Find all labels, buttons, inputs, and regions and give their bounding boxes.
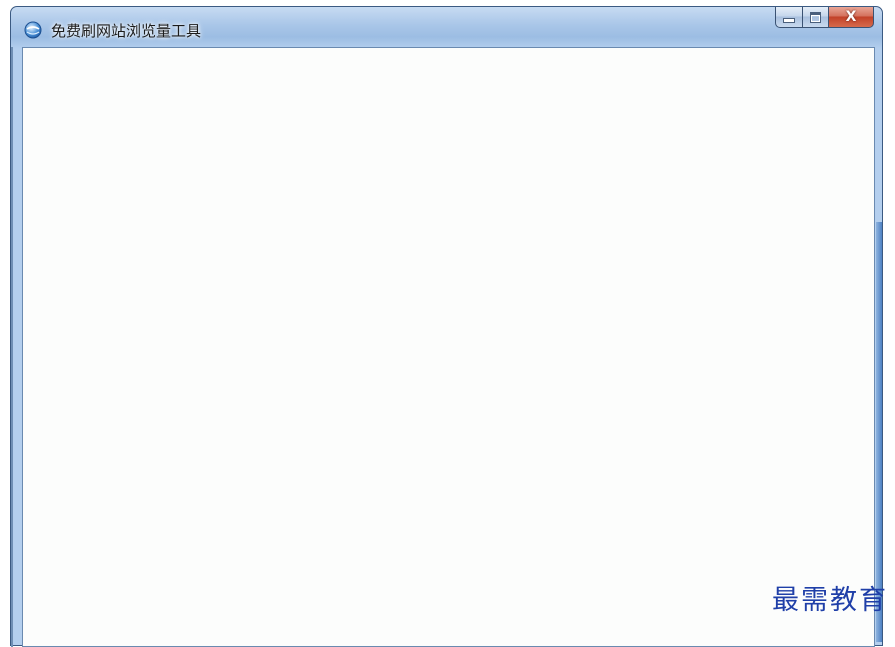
close-button[interactable]: X bbox=[829, 7, 874, 28]
watermark-text: 最需教育 bbox=[772, 578, 888, 617]
close-icon: X bbox=[846, 10, 857, 24]
window-title: 免费刷网站浏览量工具 bbox=[51, 20, 201, 41]
minimize-button[interactable] bbox=[775, 7, 803, 28]
title-bar[interactable]: 免费刷网站浏览量工具 X bbox=[11, 7, 882, 47]
client-area bbox=[22, 47, 875, 647]
window-left-border bbox=[11, 47, 13, 647]
app-globe-icon bbox=[24, 21, 42, 39]
minimize-icon bbox=[783, 18, 795, 23]
maximize-button[interactable] bbox=[803, 7, 829, 28]
app-window: 免费刷网站浏览量工具 X bbox=[10, 6, 883, 646]
caption-buttons: X bbox=[775, 7, 874, 29]
maximize-icon bbox=[810, 12, 821, 23]
